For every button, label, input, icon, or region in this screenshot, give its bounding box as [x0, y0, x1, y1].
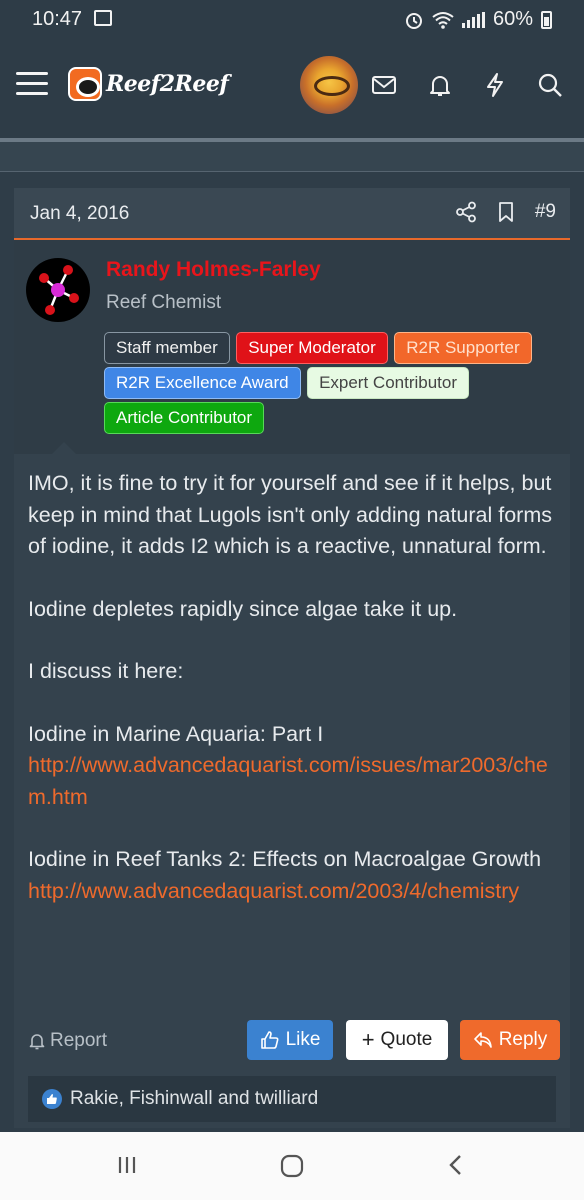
reference-2: Iodine in Reef Tanks 2: Effects on Macro… [28, 844, 558, 907]
badge-excellence-award: R2R Excellence Award [104, 367, 301, 399]
badge-r2r-supporter: R2R Supporter [394, 332, 532, 364]
reference-link[interactable]: http://www.advancedaquarist.com/issues/m… [28, 753, 548, 809]
bookmark-icon[interactable] [495, 201, 517, 223]
gallery-icon [94, 10, 112, 26]
post-actions: #9 [455, 201, 556, 223]
author-badges: Staff member Super Moderator R2R Support… [104, 332, 564, 437]
battery-percent: 60% [492, 8, 533, 30]
like-button[interactable]: Like [247, 1020, 333, 1060]
post-header: Jan 4, 2016 #9 [14, 188, 570, 240]
quote-button[interactable]: + Quote [346, 1020, 448, 1060]
status-time: 10:47 [32, 8, 83, 30]
like-reaction-icon [42, 1089, 62, 1109]
post-paragraph: Iodine depletes rapidly since algae take… [28, 596, 458, 621]
reply-button[interactable]: Reply [460, 1020, 560, 1060]
back-icon[interactable] [446, 1154, 466, 1176]
user-block-pointer [52, 442, 76, 454]
bolt-icon[interactable] [482, 72, 508, 98]
reference-link[interactable]: http://www.advancedaquarist.com/2003/4/c… [28, 879, 519, 903]
battery-icon [541, 10, 552, 29]
thumbs-up-icon [260, 1031, 279, 1049]
logo-text: Reef2Reef [106, 71, 229, 97]
bell-icon[interactable] [427, 72, 453, 98]
home-icon[interactable] [280, 1154, 304, 1178]
post-number[interactable]: #9 [535, 201, 556, 223]
post-paragraph: I discuss it here: [28, 659, 184, 683]
reactions-bar[interactable]: Rakie, Fishinwall and twilliard [28, 1076, 556, 1122]
author-name[interactable]: Randy Holmes-Farley [106, 258, 321, 282]
reference-1: Iodine in Marine Aquaria: Part I http://… [28, 719, 558, 814]
logo-mark-icon [68, 67, 102, 101]
badge-article-contributor: Article Contributor [104, 402, 265, 434]
status-icons: 60% [404, 8, 552, 31]
app-header: Reef2Reef [0, 38, 584, 138]
bell-outline-icon [29, 1034, 45, 1050]
reply-label: Reply [498, 1029, 548, 1050]
avatar[interactable] [300, 56, 358, 114]
reply-icon [473, 1032, 492, 1048]
post-date[interactable]: Jan 4, 2016 [30, 203, 129, 225]
reference-title: Iodine in Reef Tanks 2: Effects on Macro… [28, 847, 542, 871]
share-icon[interactable] [455, 201, 477, 223]
wifi-icon [432, 11, 454, 29]
recents-icon[interactable] [116, 1154, 138, 1176]
status-bar: 10:47 60% [0, 0, 584, 38]
user-info: Randy Holmes-Farley Reef Chemist Staff m… [14, 240, 570, 454]
menu-icon[interactable] [16, 72, 48, 96]
site-logo[interactable]: Reef2Reef [68, 66, 229, 102]
post-body: IMO, it is fine to try it for yourself a… [28, 468, 558, 938]
post-footer: Report Like + Quote Reply [14, 1020, 570, 1062]
mail-icon[interactable] [371, 72, 397, 98]
badge-expert-contributor: Expert Contributor [307, 367, 470, 399]
post-card: Jan 4, 2016 #9 Randy Holmes-Farley Reef … [14, 188, 570, 1128]
system-nav-bar [0, 1132, 584, 1200]
user-avatar[interactable] [26, 258, 90, 322]
post-paragraph: IMO, it is fine to try it for yourself a… [28, 471, 552, 558]
quote-label: Quote [380, 1029, 433, 1050]
report-link[interactable]: Report [28, 1030, 107, 1052]
report-label: Report [50, 1030, 108, 1051]
reference-title: Iodine in Marine Aquaria: Part I [28, 721, 324, 746]
author-title: Reef Chemist [106, 292, 222, 313]
like-label: Like [285, 1029, 321, 1050]
reactions-users[interactable]: Rakie, Fishinwall and twilliard [70, 1088, 318, 1110]
alarm-icon [405, 12, 422, 29]
search-icon[interactable] [537, 72, 563, 98]
badge-super-moderator: Super Moderator [236, 332, 388, 364]
sub-header-strip [0, 142, 584, 172]
signal-icon [461, 11, 485, 28]
badge-staff-member: Staff member [104, 332, 230, 364]
molecule-icon [39, 265, 79, 315]
plus-icon: + [361, 1027, 375, 1052]
